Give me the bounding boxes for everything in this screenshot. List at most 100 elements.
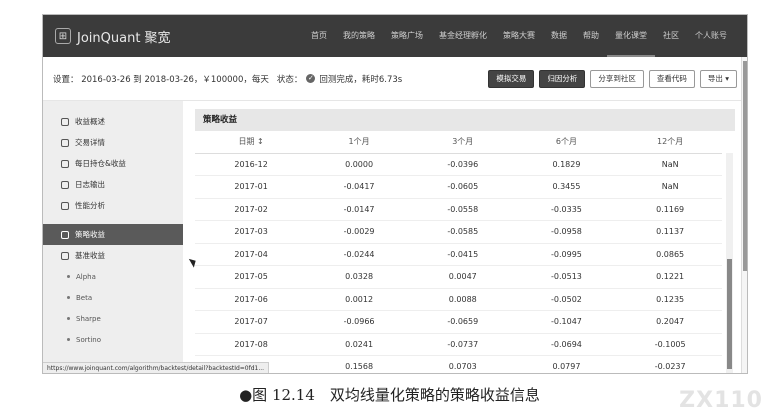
cell-date: 2017-07	[195, 310, 308, 334]
table-row: 2017-02 -0.0147 -0.0558 -0.0335 0.1169	[195, 198, 722, 221]
cell-3m: -0.0558	[410, 198, 515, 221]
share-button[interactable]: 分享到社区	[590, 69, 644, 88]
returns-panel: 策略收益 日期 ↕ 1个月 3个月 6个月 12个月 2016-12 0.0000…	[183, 101, 747, 373]
sidebar-item-benchmark-returns[interactable]: 基准收益	[43, 245, 183, 266]
column-header-date[interactable]: 日期 ↕	[195, 131, 308, 154]
table-row: 2017-090.15680.07030.0797-0.0237	[195, 355, 722, 373]
sidebar-item-overview[interactable]: 收益概述	[43, 111, 183, 132]
column-header-6m: 6个月	[514, 131, 619, 154]
sidebar-item-log[interactable]: 日志输出	[43, 174, 183, 195]
grid-icon	[61, 251, 69, 260]
sidebar-item-label: 性能分析	[75, 201, 105, 210]
cell-6m: -0.0958	[514, 220, 619, 244]
panel-title: 策略收益	[195, 109, 735, 131]
cell-1m: 0.0000	[307, 153, 411, 176]
backtest-settings-bar: 设置： 2016-03-26 到 2018-03-26，￥100000，每天 状…	[43, 57, 747, 101]
cell-3m: -0.0605	[410, 175, 515, 199]
sidebar-item-sortino[interactable]: Sortino	[43, 329, 183, 350]
nav-contest[interactable]: 策略大赛	[495, 15, 543, 57]
list-icon	[61, 138, 69, 147]
bulb-icon	[61, 230, 69, 239]
sidebar-item-alpha[interactable]: Alpha	[43, 266, 183, 287]
returns-table: 日期 ↕ 1个月 3个月 6个月 12个月 2016-12 0.0000 -0.03…	[195, 131, 722, 373]
table-row: 2017-03 -0.0029 -0.0585 -0.0958 0.1137	[195, 220, 722, 244]
cell-date: 2017-01	[195, 175, 308, 199]
attribution-button[interactable]: 归因分析	[539, 69, 586, 88]
cell-6m: 0.0797	[514, 355, 619, 373]
table-scroll-thumb[interactable]	[727, 259, 732, 369]
bullet-icon	[67, 296, 70, 299]
cell-date: 2017-02	[195, 198, 308, 221]
view-code-button[interactable]: 查看代码	[648, 69, 695, 88]
cell-12m: 0.1235	[618, 288, 722, 311]
settings-text: 设置： 2016-03-26 到 2018-03-26，￥100000，每天	[53, 74, 269, 85]
nav-home[interactable]: 首页	[303, 15, 335, 57]
sidebar-item-performance[interactable]: 性能分析	[43, 195, 183, 216]
table-body: 2016-12 0.0000 -0.0396 0.1829 NaN 2017-01 -0.0…	[195, 153, 722, 373]
cell-1m: -0.0966	[307, 310, 411, 334]
brand[interactable]: ⊞ JoinQuant 聚宽	[55, 27, 171, 46]
column-header-1m: 1个月	[307, 131, 411, 154]
table-row: 2017-01 -0.0417 -0.0605 0.3455 NaN	[195, 175, 722, 199]
cell-3m: -0.0659	[410, 310, 515, 334]
sidebar-item-strategy-returns[interactable]: 策略收益	[43, 224, 183, 245]
nav-my-strategies[interactable]: 我的策略	[335, 15, 383, 57]
nav-strategy-square[interactable]: 策略广场	[383, 15, 431, 57]
sidebar-item-label: 日志输出	[75, 180, 105, 189]
figure-caption: ●图 12.14 双均线量化策略的策略收益信息	[239, 386, 540, 404]
watermark: ZX110	[679, 388, 763, 413]
column-header-3m: 3个月	[410, 131, 515, 154]
page-scrollbar[interactable]	[741, 57, 747, 373]
cell-6m: 0.1829	[514, 153, 619, 176]
cell-1m: -0.0244	[307, 243, 411, 266]
nav-community[interactable]: 社区	[655, 15, 687, 57]
browser-window: ⊞ JoinQuant 聚宽 首页 我的策略 策略广场 基金经理孵化 策略大赛 …	[42, 14, 748, 374]
nav-fund-manager[interactable]: 基金经理孵化	[431, 15, 495, 57]
sidebar-item-daily[interactable]: 每日持仓&收益	[43, 153, 183, 174]
nav-data[interactable]: 数据	[543, 15, 575, 57]
simulate-trade-button[interactable]: 模拟交易	[488, 69, 535, 88]
status-text: 回测完成，耗时6.73s	[319, 74, 403, 85]
cell-12m: NaN	[618, 175, 722, 199]
cell-1m: -0.0147	[307, 198, 411, 221]
sidebar-item-label: 收益概述	[75, 117, 105, 126]
cell-12m: -0.1005	[618, 333, 722, 356]
page-scroll-thumb[interactable]	[743, 61, 747, 271]
sidebar: 收益概述 交易详情 每日持仓&收益 日志输出 性能分析 策略收益 基准收益 Al…	[43, 101, 183, 373]
bullet-icon	[67, 338, 70, 341]
status-label: 状态：	[276, 74, 303, 85]
cell-1m: 0.1568	[307, 355, 411, 373]
log-icon	[61, 180, 69, 189]
nav-quant-class[interactable]: 量化课堂	[607, 15, 655, 57]
cell-3m: -0.0585	[410, 220, 515, 244]
cell-date: 2016-12	[195, 153, 308, 176]
export-button[interactable]: 导出 ▾	[699, 69, 737, 88]
nav-help[interactable]: 帮助	[575, 15, 607, 57]
sidebar-item-label: Sortino	[76, 335, 102, 344]
top-navbar: ⊞ JoinQuant 聚宽 首页 我的策略 策略广场 基金经理孵化 策略大赛 …	[43, 15, 747, 57]
sidebar-item-trades[interactable]: 交易详情	[43, 132, 183, 153]
cell-1m: -0.0029	[307, 220, 411, 244]
bullet-icon	[67, 317, 70, 320]
cell-3m: -0.0396	[410, 153, 515, 176]
cell-1m: 0.0012	[307, 288, 411, 311]
check-icon: ✓	[306, 74, 316, 83]
link-status-bar: https://www.joinquant.com/algorithm/back…	[43, 362, 270, 373]
brand-name: JoinQuant 聚宽	[77, 30, 171, 46]
sidebar-item-label: Alpha	[76, 272, 96, 281]
cell-3m: 0.0703	[410, 355, 515, 373]
sidebar-item-beta[interactable]: Beta	[43, 287, 183, 308]
cell-date: 2017-04	[195, 243, 308, 266]
nav-account[interactable]: 个人账号	[687, 15, 735, 57]
cell-12m: 0.1169	[618, 198, 722, 221]
sidebar-item-sharpe[interactable]: Sharpe	[43, 308, 183, 329]
table-scrollbar[interactable]	[726, 153, 733, 373]
cell-3m: 0.0088	[410, 288, 515, 311]
calendar-icon	[61, 159, 69, 168]
cell-6m: -0.0995	[514, 243, 619, 266]
cell-date: 2017-06	[195, 288, 308, 311]
sidebar-item-label: 每日持仓&收益	[75, 159, 126, 168]
bullet-icon	[67, 275, 70, 278]
cell-date: 2017-05	[195, 265, 308, 289]
main-body: 收益概述 交易详情 每日持仓&收益 日志输出 性能分析 策略收益 基准收益 Al…	[43, 101, 747, 373]
